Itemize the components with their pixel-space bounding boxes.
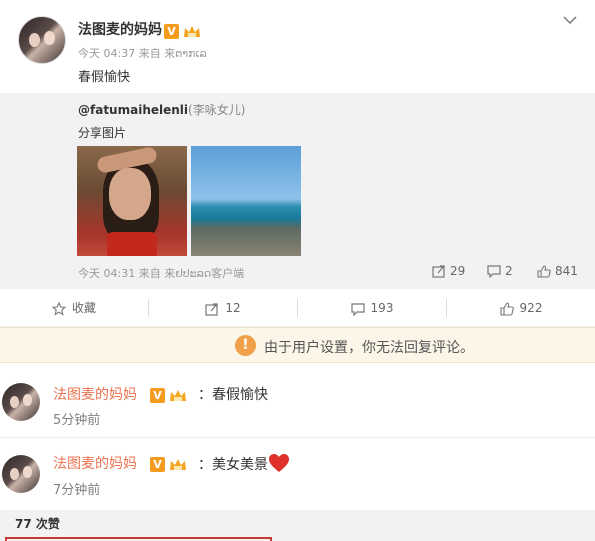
repost-time: 今天 04:31 来自 来ຢປະລດ客户端 [78, 267, 245, 280]
repost-user-link[interactable]: @fatumaihelenli [78, 103, 188, 117]
comment-icon [350, 302, 365, 316]
share-icon [205, 302, 218, 316]
likes-count[interactable]: 77 次赞 [15, 515, 60, 532]
post-header: 法图麦的妈妈 V 今天 04:37 来自 来ຕາກເລ 春假愉快 [0, 0, 595, 93]
highlight-box [5, 537, 272, 541]
commenter-badges: V [150, 385, 187, 404]
warning-icon: ! [235, 335, 256, 356]
reply-disabled-notice: ! 由于用户设置，你无法回复评论。 [0, 327, 595, 363]
comment-text: ：春假愉快 [198, 387, 268, 403]
post-text: 春假愉快 [78, 70, 131, 85]
comment-button[interactable]: 193 [298, 289, 446, 327]
comment-text: ：美女美景 [198, 453, 290, 474]
author-badges: V [164, 21, 201, 40]
star-icon [51, 301, 66, 316]
commenter-badges: V [150, 454, 187, 473]
post-time: 今天 04:37 来自 来ຕາກເລ [78, 47, 207, 60]
crown-icon [170, 459, 186, 470]
repost-user-line: @fatumaihelenli(李咏女儿) [78, 101, 245, 118]
thumbs-up-icon [499, 301, 514, 316]
comment-icon [487, 265, 501, 278]
repost-repost-count[interactable]: 29 [432, 264, 465, 278]
author-avatar[interactable] [18, 16, 66, 64]
like-button[interactable]: 922 [447, 289, 595, 327]
chevron-down-icon[interactable] [562, 12, 578, 28]
action-bar: 收藏 12 193 922 [0, 289, 595, 327]
verified-icon: V [150, 457, 165, 472]
comment-item: 法图麦的妈妈 V ：美女美景 7分钟前 [0, 438, 595, 510]
favorite-button[interactable]: 收藏 [0, 289, 148, 327]
crown-icon [184, 26, 200, 37]
verified-icon: V [150, 388, 165, 403]
commenter-name[interactable]: 法图麦的妈妈 [53, 453, 137, 473]
comment-time: 7分钟前 [53, 483, 101, 498]
likes-bar: 77 次赞 [0, 510, 595, 541]
heart-icon [269, 454, 289, 472]
author-name[interactable]: 法图麦的妈妈 [78, 19, 162, 39]
share-icon [432, 265, 445, 278]
comment-time: 5分钟前 [53, 413, 101, 428]
repost-user-note: (李咏女儿) [188, 103, 246, 117]
thumbs-up-icon [537, 265, 551, 278]
repost-photo-seascape[interactable] [191, 146, 301, 256]
crown-icon [170, 390, 186, 401]
commenter-avatar[interactable] [2, 455, 40, 493]
comment-item: 法图麦的妈妈 V ：春假愉快 5分钟前 [0, 364, 595, 436]
repost-block: @fatumaihelenli(李咏女儿) 分享图片 今天 04:31 来自 来… [0, 93, 595, 289]
repost-comment-count[interactable]: 2 [487, 264, 513, 278]
verified-icon: V [164, 24, 179, 39]
repost-photo-portrait[interactable] [77, 146, 187, 256]
commenter-name[interactable]: 法图麦的妈妈 [53, 384, 137, 404]
commenter-avatar[interactable] [2, 383, 40, 421]
repost-like-count[interactable]: 841 [537, 264, 578, 278]
repost-share-text: 分享图片 [78, 126, 127, 140]
notice-text: 由于用户设置，你无法回复评论。 [264, 340, 474, 356]
repost-button[interactable]: 12 [149, 289, 297, 327]
